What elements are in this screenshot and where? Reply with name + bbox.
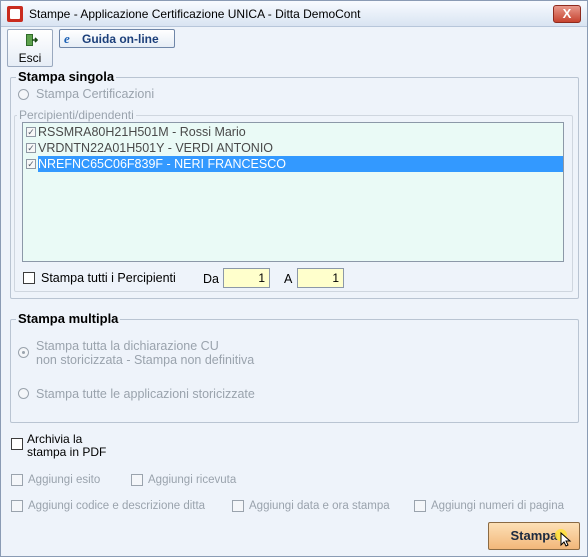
esci-button[interactable]: Esci: [7, 29, 53, 67]
row-label: VRDNTN22A01H501Y - VERDI ANTONIO: [38, 141, 274, 155]
stampa-label: Stampa: [510, 528, 558, 543]
stampa-tutti-checkbox[interactable]: [23, 272, 35, 284]
stampa-button[interactable]: Stampa: [488, 522, 580, 550]
stampe-window: Stampe - Applicazione Certificazione UNI…: [0, 0, 588, 557]
app-icon: [7, 6, 23, 22]
esci-label: Esci: [18, 51, 42, 65]
toolbar: Esci e Guida on-line: [1, 28, 587, 68]
stampa-storicizzate-label: Stampa tutte le applicazioni storicizzat…: [36, 387, 255, 401]
list-item[interactable]: ✓ RSSMRA80H21H501M - Rossi Mario: [23, 124, 563, 140]
stampa-tutta-radio[interactable]: [18, 347, 29, 358]
aggiungi-numeri-label: Aggiungi numeri di pagina: [431, 500, 564, 512]
stampa-singola-title: Stampa singola: [16, 69, 117, 84]
stampa-certificazioni-radio[interactable]: [18, 89, 29, 100]
aggiungi-esito-label: Aggiungi esito: [28, 474, 101, 486]
archivia-label-1: Archivia la: [27, 432, 83, 446]
stampa-multipla-group: [10, 319, 579, 423]
guida-online-label: Guida on-line: [82, 32, 159, 46]
da-label: Da: [203, 272, 219, 286]
aggiungi-ricevuta-label: Aggiungi ricevuta: [148, 474, 237, 486]
exit-door-icon: [26, 34, 38, 46]
percipienti-title: Percipienti/dipendenti: [17, 108, 136, 122]
list-item[interactable]: ✓ VRDNTN22A01H501Y - VERDI ANTONIO: [23, 140, 563, 156]
list-item-selected[interactable]: ✓ NREFNC65C06F839F - NERI FRANCESCO: [23, 156, 563, 172]
stampa-certificazioni-label: Stampa Certificazioni: [36, 87, 155, 101]
title-bar: Stampe - Applicazione Certificazione UNI…: [1, 1, 587, 27]
row-checkbox[interactable]: ✓: [26, 127, 36, 137]
cursor-icon: [555, 529, 572, 547]
aggiungi-ricevuta-checkbox[interactable]: [131, 474, 143, 486]
a-label: A: [284, 272, 293, 286]
close-button[interactable]: X: [553, 5, 581, 23]
percipienti-list[interactable]: ✓ RSSMRA80H21H501M - Rossi Mario ✓ VRDNT…: [22, 122, 564, 262]
aggiungi-data-label: Aggiungi data e ora stampa: [249, 500, 390, 512]
internet-explorer-icon: e: [64, 31, 70, 46]
a-input[interactable]: 1: [297, 268, 344, 288]
stampa-multipla-title: Stampa multipla: [16, 311, 121, 326]
stampa-storicizzate-radio[interactable]: [18, 388, 29, 399]
row-label: NREFNC65C06F839F - NERI FRANCESCO: [38, 156, 563, 172]
guida-online-button[interactable]: e Guida on-line: [59, 29, 175, 48]
row-label: RSSMRA80H21H501M - Rossi Mario: [38, 125, 246, 139]
stampa-tutti-label: Stampa tutti i Percipienti: [41, 271, 176, 285]
archivia-label-2: stampa in PDF: [27, 445, 107, 459]
aggiungi-data-checkbox[interactable]: [232, 500, 244, 512]
da-input[interactable]: 1: [223, 268, 270, 288]
row-checkbox[interactable]: ✓: [26, 159, 36, 169]
stampa-tutta-label-1: Stampa tutta la dichiarazione CU: [36, 339, 219, 353]
stampa-tutta-label-2: non storicizzata - Stampa non definitiva: [36, 353, 255, 367]
window-title: Stampe - Applicazione Certificazione UNI…: [29, 7, 361, 21]
aggiungi-numeri-checkbox[interactable]: [414, 500, 426, 512]
row-checkbox[interactable]: ✓: [26, 143, 36, 153]
aggiungi-codice-label: Aggiungi codice e descrizione ditta: [28, 500, 206, 512]
aggiungi-codice-checkbox[interactable]: [11, 500, 23, 512]
aggiungi-esito-checkbox[interactable]: [11, 474, 23, 486]
archivia-pdf-checkbox[interactable]: [11, 438, 23, 450]
